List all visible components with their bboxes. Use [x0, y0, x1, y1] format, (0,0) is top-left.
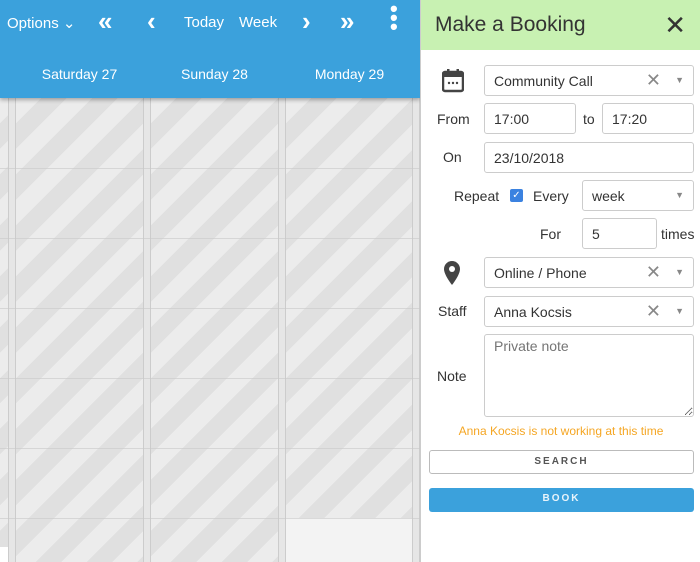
- clear-icon[interactable]: ✕: [646, 70, 661, 91]
- location-pin-icon: [444, 261, 460, 285]
- every-value: week: [592, 188, 625, 204]
- every-label: Every: [533, 188, 569, 204]
- dropdown-arrow-icon[interactable]: ▼: [675, 75, 684, 85]
- day-header-saturday: Saturday 27: [41, 66, 118, 82]
- today-button[interactable]: Today: [184, 14, 224, 31]
- more-vertical-icon[interactable]: • • •: [390, 0, 398, 38]
- repeat-checkbox[interactable]: ✓: [510, 189, 523, 202]
- every-select[interactable]: week ▼: [582, 180, 694, 211]
- chevron-down-icon: ⌄: [62, 15, 76, 32]
- options-label: Options: [7, 15, 59, 32]
- to-time-input[interactable]: 17:20: [602, 103, 694, 134]
- double-chevron-left-icon[interactable]: «: [98, 6, 112, 37]
- week-button[interactable]: Week: [239, 14, 277, 31]
- repeat-label: Repeat: [454, 188, 500, 204]
- location-select[interactable]: Online / Phone ✕ ▼: [484, 257, 694, 288]
- book-button[interactable]: BOOK: [429, 488, 694, 512]
- for-label: For: [540, 226, 561, 242]
- chevron-left-icon[interactable]: ‹: [147, 6, 156, 37]
- calendar: Options ⌄ « ‹ Today Week › » • • • Saturda…: [0, 0, 420, 562]
- day-header-monday: Monday 29: [314, 66, 385, 82]
- from-time-input[interactable]: 17:00: [484, 103, 576, 134]
- booking-panel: Make a Booking ✕ Community Call ✕ ▼ From 1…: [420, 0, 700, 562]
- day-column-prev[interactable]: [0, 98, 8, 547]
- booking-panel-header: Make a Booking ✕: [421, 0, 700, 50]
- on-label: On: [443, 149, 462, 165]
- dropdown-arrow-icon[interactable]: ▼: [675, 267, 684, 277]
- note-label: Note: [437, 368, 467, 384]
- dropdown-arrow-icon[interactable]: ▼: [675, 306, 684, 316]
- staff-warning: Anna Kocsis is not working at this time: [458, 424, 664, 438]
- from-label: From: [437, 111, 470, 127]
- private-note-textarea[interactable]: [484, 334, 694, 417]
- staff-label: Staff: [438, 303, 467, 319]
- staff-select[interactable]: Anna Kocsis ✕ ▼: [484, 296, 694, 327]
- calendar-icon: [442, 69, 464, 93]
- day-header-sunday: Sunday 28: [181, 66, 248, 82]
- times-label: times: [661, 226, 695, 242]
- staff-value: Anna Kocsis: [494, 304, 572, 320]
- chevron-right-icon[interactable]: ›: [302, 6, 311, 37]
- available-slot[interactable]: [286, 518, 412, 562]
- search-button[interactable]: SEARCH: [429, 450, 694, 474]
- panel-title: Make a Booking: [435, 13, 586, 36]
- location-value: Online / Phone: [494, 265, 587, 281]
- event-type-select[interactable]: Community Call ✕ ▼: [484, 65, 694, 96]
- calendar-header: Options ⌄ « ‹ Today Week › » • • • Saturda…: [0, 0, 420, 98]
- to-label: to: [583, 111, 595, 127]
- clear-icon[interactable]: ✕: [646, 301, 661, 322]
- clear-icon[interactable]: ✕: [646, 262, 661, 283]
- times-input[interactable]: 5: [582, 218, 657, 249]
- options-menu[interactable]: Options ⌄: [7, 14, 75, 32]
- close-icon[interactable]: ✕: [664, 10, 686, 41]
- date-input[interactable]: 23/10/2018: [484, 142, 694, 173]
- double-chevron-right-icon[interactable]: »: [340, 6, 354, 37]
- dropdown-arrow-icon[interactable]: ▼: [675, 190, 684, 200]
- event-type-value: Community Call: [494, 73, 593, 89]
